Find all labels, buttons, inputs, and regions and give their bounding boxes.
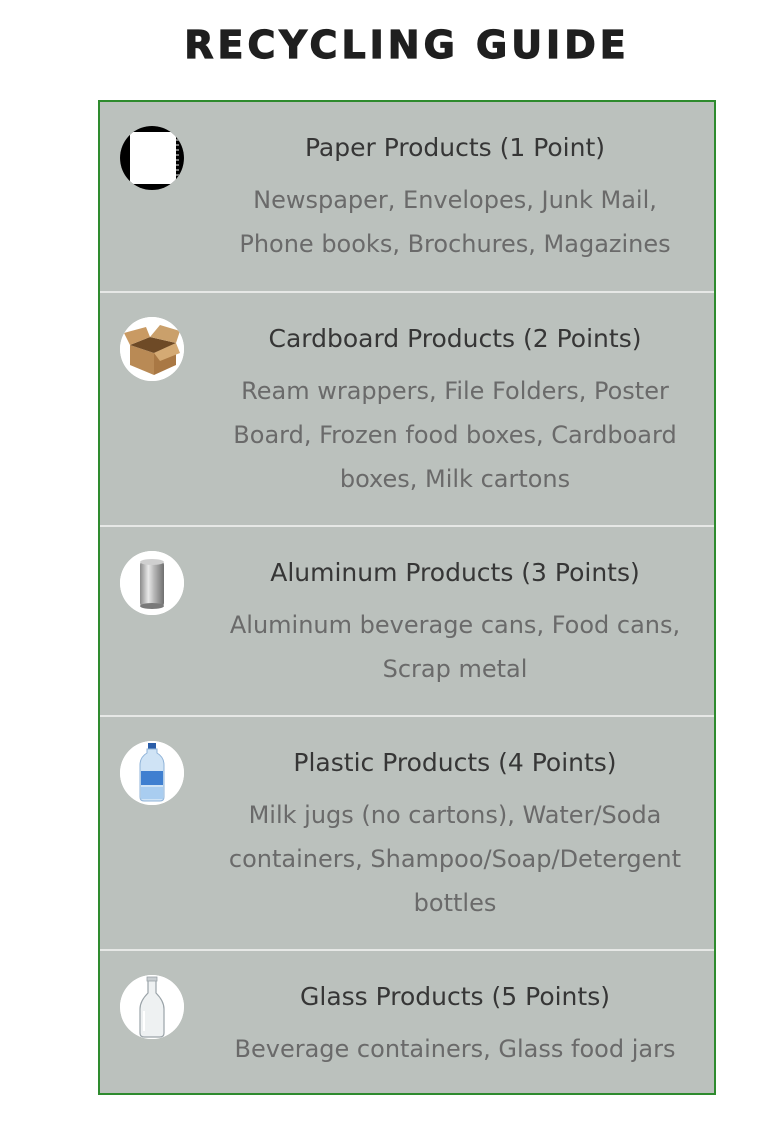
list-item-glass: Glass Products (5 Points) Beverage conta… bbox=[100, 949, 714, 1095]
plastic-bottle-icon bbox=[120, 741, 184, 805]
item-title: Paper Products (1 Point) bbox=[304, 133, 606, 162]
list-item-plastic: Plastic Products (4 Points) Milk jugs (n… bbox=[100, 715, 714, 949]
page-title: RECYCLING GUIDE bbox=[184, 22, 630, 67]
list-item-cardboard: Cardboard Products (2 Points) Ream wrapp… bbox=[100, 291, 714, 525]
cardboard-box-icon bbox=[120, 317, 184, 381]
item-title: Plastic Products (4 Points) bbox=[293, 748, 617, 777]
item-description: Aluminum beverage cans, Food cans, Scrap… bbox=[229, 611, 681, 683]
item-title: Cardboard Products (2 Points) bbox=[268, 324, 642, 353]
item-text: Plastic Products (4 Points) Milk jugs (n… bbox=[218, 717, 692, 925]
item-description: Ream wrappers, File Folders, Poster Boar… bbox=[233, 377, 677, 493]
item-text: Glass Products (5 Points) Beverage conta… bbox=[218, 951, 692, 1071]
item-description: Milk jugs (no cartons), Water/Soda conta… bbox=[228, 801, 682, 917]
recycling-guide-list: Paper Products (1 Point) Newspaper, Enve… bbox=[98, 100, 716, 1095]
aluminum-can-icon bbox=[120, 551, 184, 615]
item-title: Aluminum Products (3 Points) bbox=[270, 558, 640, 587]
item-text: Paper Products (1 Point) Newspaper, Enve… bbox=[218, 102, 692, 266]
item-text: Cardboard Products (2 Points) Ream wrapp… bbox=[218, 293, 692, 501]
glass-bottle-icon bbox=[120, 975, 184, 1039]
list-item-aluminum: Aluminum Products (3 Points) Aluminum be… bbox=[100, 525, 714, 715]
paper-notebook-icon bbox=[120, 126, 184, 190]
item-title: Glass Products (5 Points) bbox=[300, 982, 610, 1011]
list-item-paper: Paper Products (1 Point) Newspaper, Enve… bbox=[100, 102, 714, 291]
item-description: Newspaper, Envelopes, Junk Mail, Phone b… bbox=[239, 186, 671, 258]
item-text: Aluminum Products (3 Points) Aluminum be… bbox=[218, 527, 692, 691]
item-description: Beverage containers, Glass food jars bbox=[234, 1035, 676, 1063]
